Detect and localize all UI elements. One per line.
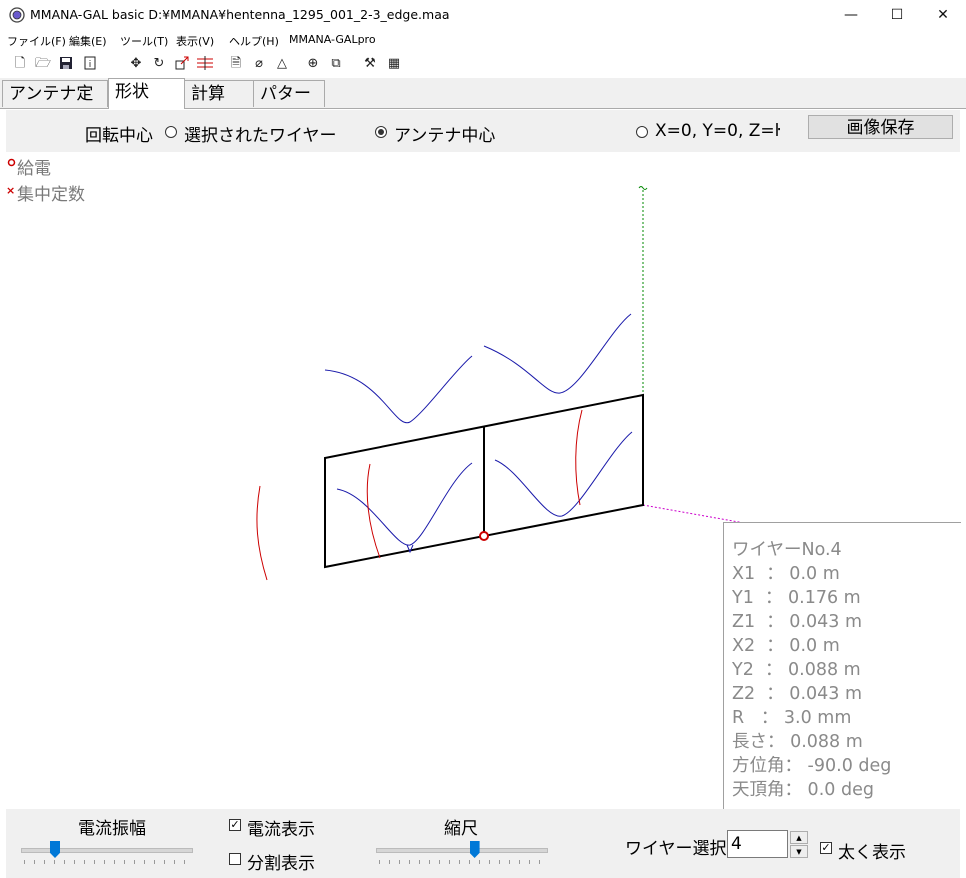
feed-legend-icon [7, 158, 16, 167]
wire-info-y2: Y2 ： 0.088 m [732, 660, 861, 680]
current-curve-right [483, 313, 632, 394]
phase-curve-outer [256, 485, 268, 581]
current-amplitude-label: 電流振幅 [78, 819, 146, 839]
wire-info-y1: Y1 ： 0.176 m [732, 588, 861, 608]
wire-select-up-button[interactable]: ▲ [790, 831, 808, 844]
feed-legend-label: 給電 [17, 159, 51, 179]
phase-curve-inner-right [575, 409, 583, 506]
wire-info-title: ワイヤーNo.4 [732, 540, 842, 560]
z-axis-marker [638, 186, 648, 190]
lumped-legend-icon: × [6, 184, 16, 197]
show-current-checkbox[interactable]: ✓ [229, 819, 241, 831]
show-current-label[interactable]: 電流表示 [247, 815, 315, 840]
wire-info-z1: Z1 ： 0.043 m [732, 612, 863, 632]
phase-curve-inner-left [366, 463, 381, 559]
bottom-controls [6, 809, 960, 878]
wire-info-x1: X1 ： 0.0 m [732, 564, 840, 584]
current-curve-inner-right [494, 431, 633, 517]
wire-select-down-button[interactable]: ▼ [790, 845, 808, 858]
current-curve-inner-left [336, 462, 473, 546]
wire-info-x2: X2 ： 0.0 m [732, 636, 840, 656]
tab-geometry[interactable]: 形状 [108, 78, 185, 109]
wire-info-z2: Z2 ： 0.043 m [732, 684, 863, 704]
feed-point-marker [479, 531, 489, 541]
scale-label: 縮尺 [444, 819, 478, 839]
show-segments-label[interactable]: 分割表示 [247, 849, 315, 874]
bold-display-checkbox[interactable]: ✓ [820, 842, 832, 854]
wire-info-radius: R ： 3.0 mm [732, 708, 852, 728]
current-amplitude-slider[interactable] [21, 848, 193, 853]
scale-slider[interactable] [376, 848, 548, 853]
bold-display-label[interactable]: 太く表示 [838, 838, 906, 863]
scale-ticks [379, 860, 545, 864]
wire-info-zenith: 天頂角： 0.0 deg [732, 780, 874, 800]
lumped-legend-label: 集中定数 [17, 185, 85, 205]
current-amplitude-ticks [24, 860, 190, 864]
wire-info-length: 長さ： 0.088 m [732, 732, 863, 752]
wire-info-azimuth: 方位角： -90.0 deg [732, 756, 892, 776]
current-curve-left [324, 355, 473, 424]
show-segments-checkbox[interactable] [229, 853, 241, 865]
wire-select-input[interactable]: 4 [727, 830, 788, 858]
wire-select-label: ワイヤー選択 [625, 839, 727, 859]
